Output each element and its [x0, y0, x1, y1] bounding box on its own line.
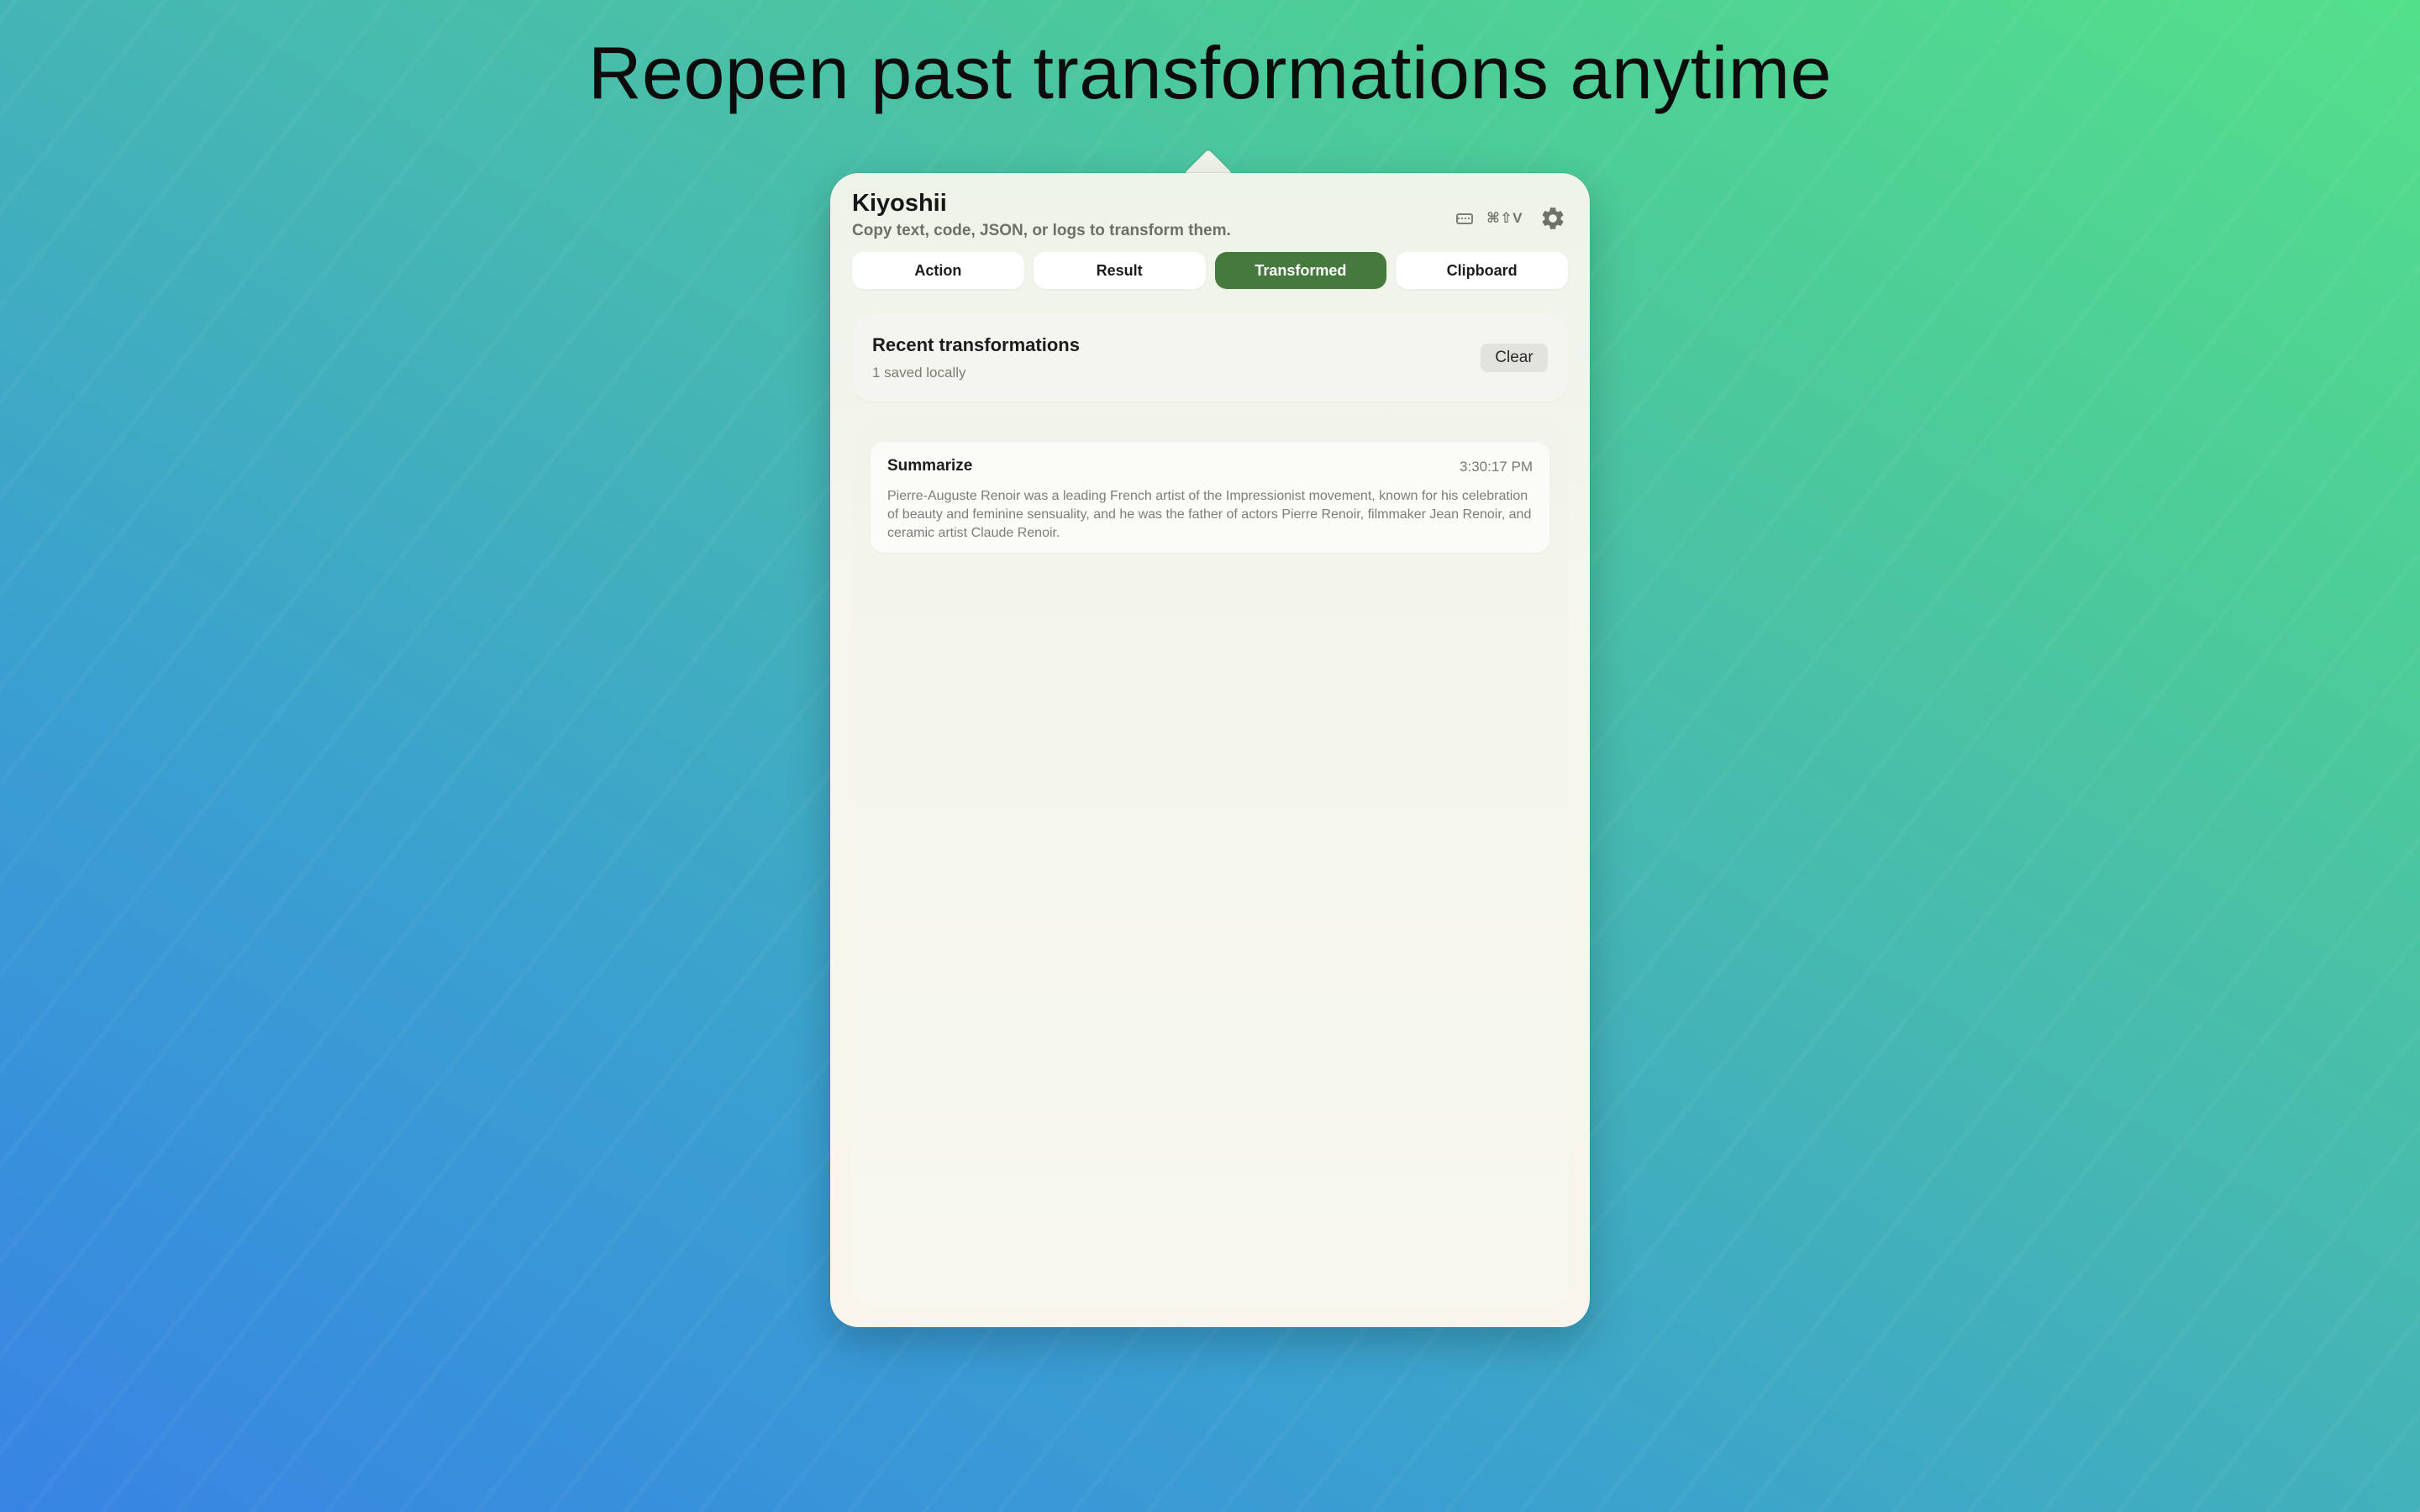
page-headline: Reopen past transformations anytime [587, 31, 1833, 114]
tab-action[interactable]: Action [852, 252, 1024, 289]
app-subtitle: Copy text, code, JSON, or logs to transf… [852, 222, 1231, 239]
tab-result[interactable]: Result [1033, 252, 1206, 289]
clear-button[interactable]: Clear [1481, 344, 1548, 372]
gear-icon[interactable] [1539, 205, 1566, 232]
history-item-preview: Pierre-Auguste Renoir was a leading Fren… [887, 489, 1532, 540]
history-item-time: 3:30:17 PM [1460, 459, 1533, 475]
tab-transformed[interactable]: Transformed [1214, 252, 1387, 289]
tab-clipboard[interactable]: Clipboard [1396, 252, 1568, 289]
app-popover-window: Kiyoshii Copy text, code, JSON, or logs … [830, 173, 1590, 1327]
header-tools: ⌘⇧V [1456, 203, 1566, 234]
history-item[interactable]: Summarize 3:30:17 PM Pierre-Auguste Reno… [871, 442, 1549, 553]
history-list: Summarize 3:30:17 PM Pierre-Auguste Reno… [852, 420, 1568, 1305]
app-title: Kiyoshii [852, 190, 947, 217]
shortcut-label: ⌘⇧V [1486, 210, 1523, 226]
keyboard-icon[interactable] [1456, 213, 1474, 224]
history-item-title: Summarize [887, 457, 973, 475]
recent-transformations-title: Recent transformations [872, 334, 1080, 355]
saved-count: 1 saved locally [872, 365, 966, 381]
recent-transformations-header: Recent transformations 1 saved locally C… [852, 314, 1568, 402]
tab-bar: Action Result Transformed Clipboard [852, 252, 1568, 289]
